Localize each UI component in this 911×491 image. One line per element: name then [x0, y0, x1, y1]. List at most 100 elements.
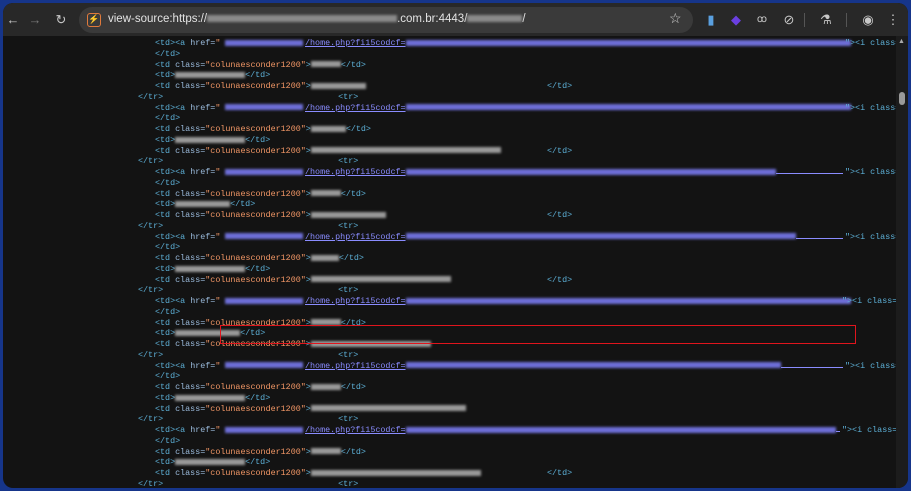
i-class-tail: "><i class="	[842, 425, 896, 436]
redacted-text	[175, 136, 246, 143]
code-token: class=	[175, 59, 206, 70]
href-link[interactable]: /home.php?fi15codcf=	[305, 232, 406, 243]
extension-2-icon[interactable]: ◆	[726, 10, 746, 30]
href-link-query[interactable]	[406, 103, 851, 114]
code-token: <tr>	[338, 349, 359, 360]
redacted-text	[406, 168, 776, 175]
td-class-line: <td class="colunaesconder1200"> </td>	[155, 253, 364, 264]
code-token: </td>	[245, 263, 271, 274]
code-token: "><i class="	[845, 167, 896, 177]
url-suffix: /	[522, 13, 526, 25]
code-token: <td	[155, 124, 176, 134]
href-line: <td><a href=" /home.php?fi15codcf=	[155, 296, 406, 307]
link-underline	[796, 232, 843, 239]
source-code-view[interactable]: </tr><tr><td><a href="/home.php?fi15codc…	[3, 36, 896, 488]
code-token: <td>	[155, 328, 176, 339]
href-link[interactable]	[225, 167, 303, 178]
td-close: </td>	[547, 468, 572, 479]
reload-icon[interactable]: ↻	[51, 10, 71, 30]
code-token: </td>	[338, 253, 364, 263]
code-token: href=	[190, 360, 216, 371]
redacted-text	[406, 39, 851, 46]
code-token: "colunaesconder1200"	[205, 403, 306, 414]
href-link[interactable]: /home.php?fi15codcf=	[305, 296, 406, 307]
href-link[interactable]	[225, 361, 303, 372]
href-link[interactable]	[225, 296, 303, 307]
extension-1-icon[interactable]: ▮	[701, 10, 721, 30]
back-icon[interactable]: ←	[3, 10, 23, 30]
code-token: "colunaesconder1200"	[205, 468, 306, 478]
href-line: <td><a href=" /home.php?fi15codcf=	[155, 102, 406, 114]
code-token: <td	[155, 382, 176, 392]
code-token: class=	[175, 274, 206, 285]
code-token: <td>	[155, 296, 176, 306]
redacted-text	[406, 297, 851, 304]
href-link[interactable]	[225, 38, 303, 49]
href-link[interactable]	[225, 103, 303, 114]
code-token: class=	[175, 210, 206, 220]
href-link-query[interactable]	[406, 232, 843, 243]
vertical-scrollbar[interactable]: ▲	[896, 36, 908, 488]
url-redacted-host	[207, 15, 398, 23]
td-close-line: </td>	[155, 113, 180, 124]
td-close: </td>	[547, 275, 572, 286]
href-link-query[interactable]	[406, 425, 840, 436]
code-token: "	[215, 296, 221, 306]
code-token: </td>	[230, 199, 256, 210]
code-token: <td	[155, 81, 176, 91]
href-line: <td><a href=" /home.php?fi15codcf=	[155, 425, 406, 436]
code-token: <td	[155, 317, 176, 328]
i-class-tail: "><i class="	[845, 361, 896, 372]
toolbar-divider	[846, 13, 847, 27]
href-link[interactable]	[225, 425, 303, 436]
redacted-text	[310, 254, 339, 261]
redacted-text	[310, 448, 341, 455]
i-class-tail: "><i class="	[845, 232, 896, 243]
href-link[interactable]	[225, 232, 303, 243]
code-token: "colunaesconder1200"	[205, 446, 306, 457]
href-link-query[interactable]	[406, 296, 851, 307]
menu-icon[interactable]: ⋮	[883, 10, 903, 30]
labs-flask-icon[interactable]: ⚗	[816, 10, 836, 30]
scroll-up-arrow-icon[interactable]: ▲	[898, 37, 905, 45]
redacted-text	[225, 362, 303, 369]
href-link[interactable]: /home.php?fi15codcf=	[305, 167, 406, 178]
address-bar[interactable]: ⚡ view-source:https:// .com.br:4443/ / ☆	[79, 7, 693, 33]
code-token: "colunaesconder1200"	[205, 253, 306, 263]
code-token: <td>	[155, 425, 176, 435]
extension-4-icon[interactable]: ⊘	[779, 10, 799, 30]
href-link-query[interactable]	[406, 361, 843, 372]
href-link-query[interactable]	[406, 38, 851, 49]
href-link[interactable]: /home.php?fi15codcf=	[305, 361, 406, 372]
link-underline	[836, 425, 840, 432]
code-token: </td>	[245, 134, 271, 145]
code-token: </td>	[155, 435, 181, 446]
bookmark-star-icon[interactable]: ☆	[669, 10, 682, 27]
code-token: class=	[175, 81, 206, 91]
extension-3-icon[interactable]: ꝏ	[752, 10, 772, 30]
code-token: </tr>	[138, 156, 164, 167]
profile-icon[interactable]: ◉	[858, 10, 878, 30]
code-token: class=	[175, 188, 206, 199]
href-link[interactable]: /home.php?fi15codcf=	[305, 425, 406, 436]
code-token: <td>	[155, 102, 176, 113]
code-token: "><i class="	[842, 296, 896, 306]
forward-icon[interactable]: →	[25, 10, 45, 30]
code-token: </td>	[245, 70, 271, 81]
url-redacted-path	[467, 15, 523, 23]
href-link[interactable]: /home.php?fi15codcf=	[305, 103, 406, 114]
redacted-text	[175, 265, 246, 272]
href-link[interactable]: /home.php?fi15codcf=	[305, 38, 406, 49]
site-icon[interactable]: ⚡	[87, 13, 101, 27]
tr-close-line: </tr> <tr>	[138, 156, 358, 167]
code-token: <td	[155, 468, 176, 478]
code-token: </tr>	[138, 414, 164, 425]
code-token: class=	[175, 468, 206, 478]
scrollbar-thumb[interactable]	[899, 92, 905, 105]
url-text[interactable]: view-source:https:// .com.br:4443/ /	[108, 13, 526, 25]
code-token: </tr>	[138, 349, 164, 360]
href-link-query[interactable]	[406, 167, 843, 178]
redacted-text	[175, 459, 246, 466]
td-class-line: <td class="colunaesconder1200">	[155, 146, 501, 157]
code-token: class=	[175, 253, 206, 263]
